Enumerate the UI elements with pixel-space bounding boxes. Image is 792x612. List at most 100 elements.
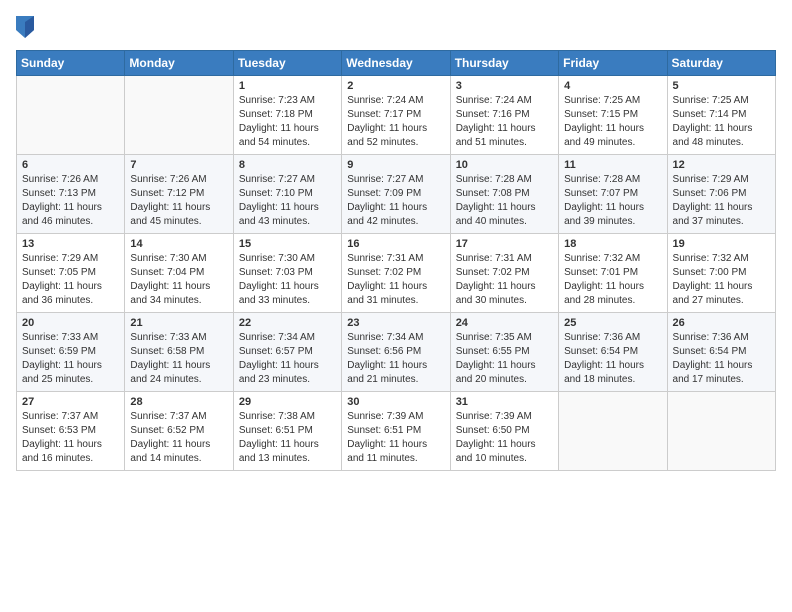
day-number: 15 bbox=[239, 238, 336, 250]
calendar-cell: 5Sunrise: 7:25 AMSunset: 7:14 PMDaylight… bbox=[667, 76, 775, 155]
day-info: Sunrise: 7:36 AMSunset: 6:54 PMDaylight:… bbox=[564, 331, 661, 387]
day-number: 21 bbox=[130, 317, 227, 329]
day-info: Sunrise: 7:30 AMSunset: 7:04 PMDaylight:… bbox=[130, 252, 227, 308]
day-number: 26 bbox=[673, 317, 770, 329]
calendar-cell: 2Sunrise: 7:24 AMSunset: 7:17 PMDaylight… bbox=[342, 76, 450, 155]
calendar-cell: 14 Sunrise: 7:30 AMSunset: 7:04 PMDayligh… bbox=[125, 234, 233, 313]
day-info: Sunrise: 7:24 AMSunset: 7:16 PMDaylight:… bbox=[456, 94, 553, 150]
calendar-week-2: 6 Sunrise: 7:26 AMSunset: 7:13 PMDaylight… bbox=[17, 155, 776, 234]
calendar-cell: 17 Sunrise: 7:31 AMSunset: 7:02 PMDayligh… bbox=[450, 234, 558, 313]
day-number: 28 bbox=[130, 396, 227, 408]
calendar-cell: 31Sunrise: 7:39 AMSunset: 6:50 PMDayligh… bbox=[450, 392, 558, 471]
calendar-cell: 26 Sunrise: 7:36 AMSunset: 6:54 PMDayligh… bbox=[667, 313, 775, 392]
calendar-header: SundayMondayTuesdayWednesdayThursdayFrid… bbox=[17, 51, 776, 76]
calendar-body: 1 Sunrise: 7:23 AMSunset: 7:18 PMDaylight… bbox=[17, 76, 776, 471]
calendar-cell: 1 Sunrise: 7:23 AMSunset: 7:18 PMDaylight… bbox=[233, 76, 341, 155]
day-number: 16 bbox=[347, 238, 444, 250]
day-info: Sunrise: 7:25 AMSunset: 7:14 PMDaylight:… bbox=[673, 94, 770, 150]
calendar-cell: 8 Sunrise: 7:27 AMSunset: 7:10 PMDaylight… bbox=[233, 155, 341, 234]
day-info: Sunrise: 7:28 AMSunset: 7:07 PMDaylight:… bbox=[564, 173, 661, 229]
calendar-table: SundayMondayTuesdayWednesdayThursdayFrid… bbox=[16, 50, 776, 471]
day-info: Sunrise: 7:34 AMSunset: 6:56 PMDaylight:… bbox=[347, 331, 444, 387]
logo-icon bbox=[16, 16, 34, 38]
day-info: Sunrise: 7:39 AMSunset: 6:51 PMDaylight:… bbox=[347, 410, 444, 466]
day-number: 4 bbox=[564, 80, 661, 92]
day-number: 20 bbox=[22, 317, 119, 329]
day-info: Sunrise: 7:30 AMSunset: 7:03 PMDaylight:… bbox=[239, 252, 336, 308]
weekday-header-wednesday: Wednesday bbox=[342, 51, 450, 76]
day-number: 8 bbox=[239, 159, 336, 171]
calendar-cell: 13 Sunrise: 7:29 AMSunset: 7:05 PMDayligh… bbox=[17, 234, 125, 313]
day-info: Sunrise: 7:27 AMSunset: 7:09 PMDaylight:… bbox=[347, 173, 444, 229]
day-number: 29 bbox=[239, 396, 336, 408]
calendar-cell bbox=[17, 76, 125, 155]
weekday-header-row: SundayMondayTuesdayWednesdayThursdayFrid… bbox=[17, 51, 776, 76]
day-info: Sunrise: 7:34 AMSunset: 6:57 PMDaylight:… bbox=[239, 331, 336, 387]
day-number: 25 bbox=[564, 317, 661, 329]
calendar-cell: 30 Sunrise: 7:39 AMSunset: 6:51 PMDayligh… bbox=[342, 392, 450, 471]
day-info: Sunrise: 7:24 AMSunset: 7:17 PMDaylight:… bbox=[347, 94, 444, 150]
day-info: Sunrise: 7:38 AMSunset: 6:51 PMDaylight:… bbox=[239, 410, 336, 466]
day-info: Sunrise: 7:33 AMSunset: 6:58 PMDaylight:… bbox=[130, 331, 227, 387]
calendar-cell: 19 Sunrise: 7:32 AMSunset: 7:00 PMDayligh… bbox=[667, 234, 775, 313]
calendar-cell: 22 Sunrise: 7:34 AMSunset: 6:57 PMDayligh… bbox=[233, 313, 341, 392]
calendar-cell bbox=[125, 76, 233, 155]
weekday-header-thursday: Thursday bbox=[450, 51, 558, 76]
calendar-cell: 27Sunrise: 7:37 AMSunset: 6:53 PMDayligh… bbox=[17, 392, 125, 471]
weekday-header-saturday: Saturday bbox=[667, 51, 775, 76]
day-number: 7 bbox=[130, 159, 227, 171]
calendar-cell: 10 Sunrise: 7:28 AMSunset: 7:08 PMDayligh… bbox=[450, 155, 558, 234]
day-info: Sunrise: 7:29 AMSunset: 7:05 PMDaylight:… bbox=[22, 252, 119, 308]
calendar-cell: 29 Sunrise: 7:38 AMSunset: 6:51 PMDayligh… bbox=[233, 392, 341, 471]
day-info: Sunrise: 7:39 AMSunset: 6:50 PMDaylight:… bbox=[456, 410, 553, 466]
calendar-cell: 20 Sunrise: 7:33 AMSunset: 6:59 PMDayligh… bbox=[17, 313, 125, 392]
day-info: Sunrise: 7:28 AMSunset: 7:08 PMDaylight:… bbox=[456, 173, 553, 229]
day-number: 18 bbox=[564, 238, 661, 250]
calendar-cell: 6 Sunrise: 7:26 AMSunset: 7:13 PMDaylight… bbox=[17, 155, 125, 234]
day-info: Sunrise: 7:36 AMSunset: 6:54 PMDaylight:… bbox=[673, 331, 770, 387]
calendar-week-4: 20 Sunrise: 7:33 AMSunset: 6:59 PMDayligh… bbox=[17, 313, 776, 392]
day-info: Sunrise: 7:32 AMSunset: 7:01 PMDaylight:… bbox=[564, 252, 661, 308]
calendar-cell: 12Sunrise: 7:29 AMSunset: 7:06 PMDayligh… bbox=[667, 155, 775, 234]
calendar-cell: 16 Sunrise: 7:31 AMSunset: 7:02 PMDayligh… bbox=[342, 234, 450, 313]
day-info: Sunrise: 7:32 AMSunset: 7:00 PMDaylight:… bbox=[673, 252, 770, 308]
day-number: 13 bbox=[22, 238, 119, 250]
day-number: 19 bbox=[673, 238, 770, 250]
day-number: 6 bbox=[22, 159, 119, 171]
day-number: 3 bbox=[456, 80, 553, 92]
day-info: Sunrise: 7:26 AMSunset: 7:12 PMDaylight:… bbox=[130, 173, 227, 229]
calendar-cell: 24Sunrise: 7:35 AMSunset: 6:55 PMDayligh… bbox=[450, 313, 558, 392]
weekday-header-tuesday: Tuesday bbox=[233, 51, 341, 76]
calendar-cell bbox=[559, 392, 667, 471]
day-number: 10 bbox=[456, 159, 553, 171]
day-info: Sunrise: 7:31 AMSunset: 7:02 PMDaylight:… bbox=[347, 252, 444, 308]
day-info: Sunrise: 7:31 AMSunset: 7:02 PMDaylight:… bbox=[456, 252, 553, 308]
weekday-header-sunday: Sunday bbox=[17, 51, 125, 76]
day-info: Sunrise: 7:27 AMSunset: 7:10 PMDaylight:… bbox=[239, 173, 336, 229]
calendar-cell: 25 Sunrise: 7:36 AMSunset: 6:54 PMDayligh… bbox=[559, 313, 667, 392]
day-info: Sunrise: 7:23 AMSunset: 7:18 PMDaylight:… bbox=[239, 94, 336, 150]
calendar-week-1: 1 Sunrise: 7:23 AMSunset: 7:18 PMDaylight… bbox=[17, 76, 776, 155]
calendar-cell: 11Sunrise: 7:28 AMSunset: 7:07 PMDayligh… bbox=[559, 155, 667, 234]
calendar-cell: 4 Sunrise: 7:25 AMSunset: 7:15 PMDaylight… bbox=[559, 76, 667, 155]
weekday-header-monday: Monday bbox=[125, 51, 233, 76]
day-info: Sunrise: 7:33 AMSunset: 6:59 PMDaylight:… bbox=[22, 331, 119, 387]
calendar-cell: 3 Sunrise: 7:24 AMSunset: 7:16 PMDaylight… bbox=[450, 76, 558, 155]
day-number: 30 bbox=[347, 396, 444, 408]
day-number: 22 bbox=[239, 317, 336, 329]
day-number: 1 bbox=[239, 80, 336, 92]
day-info: Sunrise: 7:37 AMSunset: 6:52 PMDaylight:… bbox=[130, 410, 227, 466]
day-info: Sunrise: 7:25 AMSunset: 7:15 PMDaylight:… bbox=[564, 94, 661, 150]
logo bbox=[16, 16, 38, 38]
day-number: 17 bbox=[456, 238, 553, 250]
calendar-cell: 23Sunrise: 7:34 AMSunset: 6:56 PMDayligh… bbox=[342, 313, 450, 392]
page-header bbox=[16, 16, 776, 38]
day-info: Sunrise: 7:26 AMSunset: 7:13 PMDaylight:… bbox=[22, 173, 119, 229]
day-number: 27 bbox=[22, 396, 119, 408]
calendar-cell: 7 Sunrise: 7:26 AMSunset: 7:12 PMDaylight… bbox=[125, 155, 233, 234]
calendar-week-5: 27Sunrise: 7:37 AMSunset: 6:53 PMDayligh… bbox=[17, 392, 776, 471]
day-number: 14 bbox=[130, 238, 227, 250]
calendar-cell: 21 Sunrise: 7:33 AMSunset: 6:58 PMDayligh… bbox=[125, 313, 233, 392]
calendar-cell: 9Sunrise: 7:27 AMSunset: 7:09 PMDaylight… bbox=[342, 155, 450, 234]
day-number: 12 bbox=[673, 159, 770, 171]
